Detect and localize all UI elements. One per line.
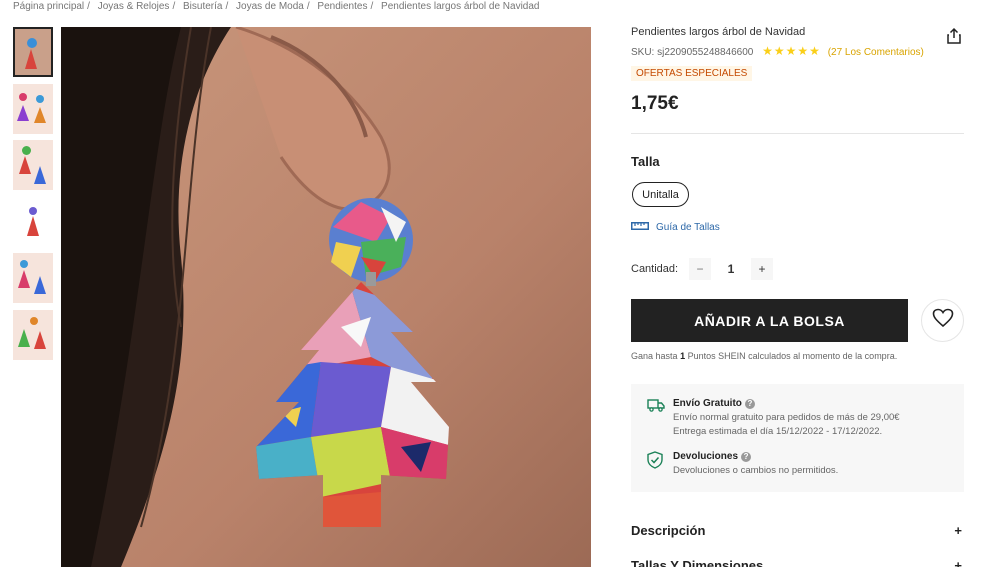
points-text: Gana hasta 1 Puntos SHEIN calculados al …: [631, 351, 897, 361]
thumbnail-list: [13, 27, 53, 366]
accordion-sizes-label: Tallas Y Dimensiones: [631, 558, 764, 567]
accordion-sizes[interactable]: Tallas Y Dimensiones +: [631, 558, 964, 567]
thumbnail-3[interactable]: [13, 140, 53, 190]
thumbnail-6[interactable]: [13, 309, 53, 360]
expand-icon: +: [954, 523, 962, 538]
shipping-line-2: Entrega estimada el día 15/12/2022 - 17/…: [673, 426, 883, 437]
shipping-title: Envío Gratuito: [673, 398, 742, 409]
quantity-value[interactable]: 1: [711, 262, 751, 276]
breadcrumb-separator: /: [306, 1, 310, 12]
accordion-description-label: Descripción: [631, 523, 706, 538]
ruler-icon: [631, 221, 649, 234]
product-main-image[interactable]: [61, 27, 591, 567]
points-suffix: Puntos SHEIN calculados al momento de la…: [687, 351, 898, 361]
breadcrumb-fashion-jewelry[interactable]: Joyas de Moda: [236, 1, 304, 12]
reviews-link[interactable]: (27 Los Comentarios): [828, 47, 924, 58]
product-title: Pendientes largos árbol de Navidad: [631, 26, 806, 38]
thumbnail-1[interactable]: [13, 27, 53, 77]
thumbnail-4[interactable]: [13, 196, 53, 247]
shipping-item: Envío Gratuito ? Envío normal gratuito p…: [647, 398, 900, 437]
earring-photo: [61, 27, 591, 567]
promo-badge: OFERTAS ESPECIALES: [631, 66, 753, 81]
size-label: Talla: [631, 154, 660, 169]
breadcrumb-separator: /: [225, 1, 229, 12]
shipping-info-box: Envío Gratuito ? Envío normal gratuito p…: [631, 384, 964, 492]
breadcrumb-separator: /: [172, 1, 176, 12]
quantity-label: Cantidad:: [631, 263, 679, 275]
share-icon[interactable]: [945, 27, 963, 45]
truck-icon: [647, 398, 667, 437]
price: 1,75€: [631, 93, 679, 114]
size-guide-label: Guía de Tallas: [656, 222, 720, 233]
shield-check-icon: [647, 451, 667, 476]
divider: [631, 133, 964, 134]
add-to-bag-button[interactable]: AÑADIR A LA BOLSA: [631, 299, 908, 342]
help-icon[interactable]: ?: [741, 451, 752, 462]
size-guide-link[interactable]: Guía de Tallas: [631, 221, 720, 234]
quantity-increment-button[interactable]: +: [751, 258, 773, 280]
breadcrumb-separator: /: [87, 1, 90, 12]
breadcrumb-current: Pendientes largos árbol de Navidad: [381, 1, 540, 12]
breadcrumb-jewelry-watches[interactable]: Joyas & Relojes: [98, 1, 170, 12]
breadcrumb-separator: /: [370, 1, 374, 12]
shipping-line-1: Envío normal gratuito para pedidos de má…: [673, 412, 900, 423]
accordion-description[interactable]: Descripción +: [631, 523, 964, 538]
points-prefix: Gana hasta: [631, 351, 678, 361]
returns-title: Devoluciones: [673, 451, 739, 462]
breadcrumb-costume-jewelry[interactable]: Bisutería: [183, 1, 222, 12]
quantity-decrement-button[interactable]: −: [689, 258, 711, 280]
sku-row: SKU: sj2209055248846600 ★★★★★ (27 Los Co…: [631, 44, 924, 58]
thumbnail-5[interactable]: [13, 253, 53, 303]
breadcrumb-earrings[interactable]: Pendientes: [317, 1, 367, 12]
breadcrumb: Página principal / Joyas & Relojes / Bisut…: [13, 1, 539, 12]
heart-icon: [932, 308, 954, 333]
breadcrumb-home[interactable]: Página principal: [13, 1, 84, 12]
sku-text: SKU: sj2209055248846600: [631, 47, 754, 58]
rating-stars: ★★★★★: [762, 44, 821, 58]
wishlist-button[interactable]: [921, 299, 964, 342]
quantity-stepper: Cantidad: − 1 +: [631, 258, 773, 280]
returns-line-1: Devoluciones o cambios no permitidos.: [673, 465, 839, 476]
thumbnail-2[interactable]: [13, 83, 53, 134]
expand-icon: +: [954, 558, 962, 567]
returns-item: Devoluciones ? Devoluciones o cambios no…: [647, 451, 838, 476]
size-option-unitalla[interactable]: Unitalla: [632, 182, 689, 207]
points-value: 1: [680, 351, 686, 361]
help-icon[interactable]: ?: [744, 398, 755, 409]
